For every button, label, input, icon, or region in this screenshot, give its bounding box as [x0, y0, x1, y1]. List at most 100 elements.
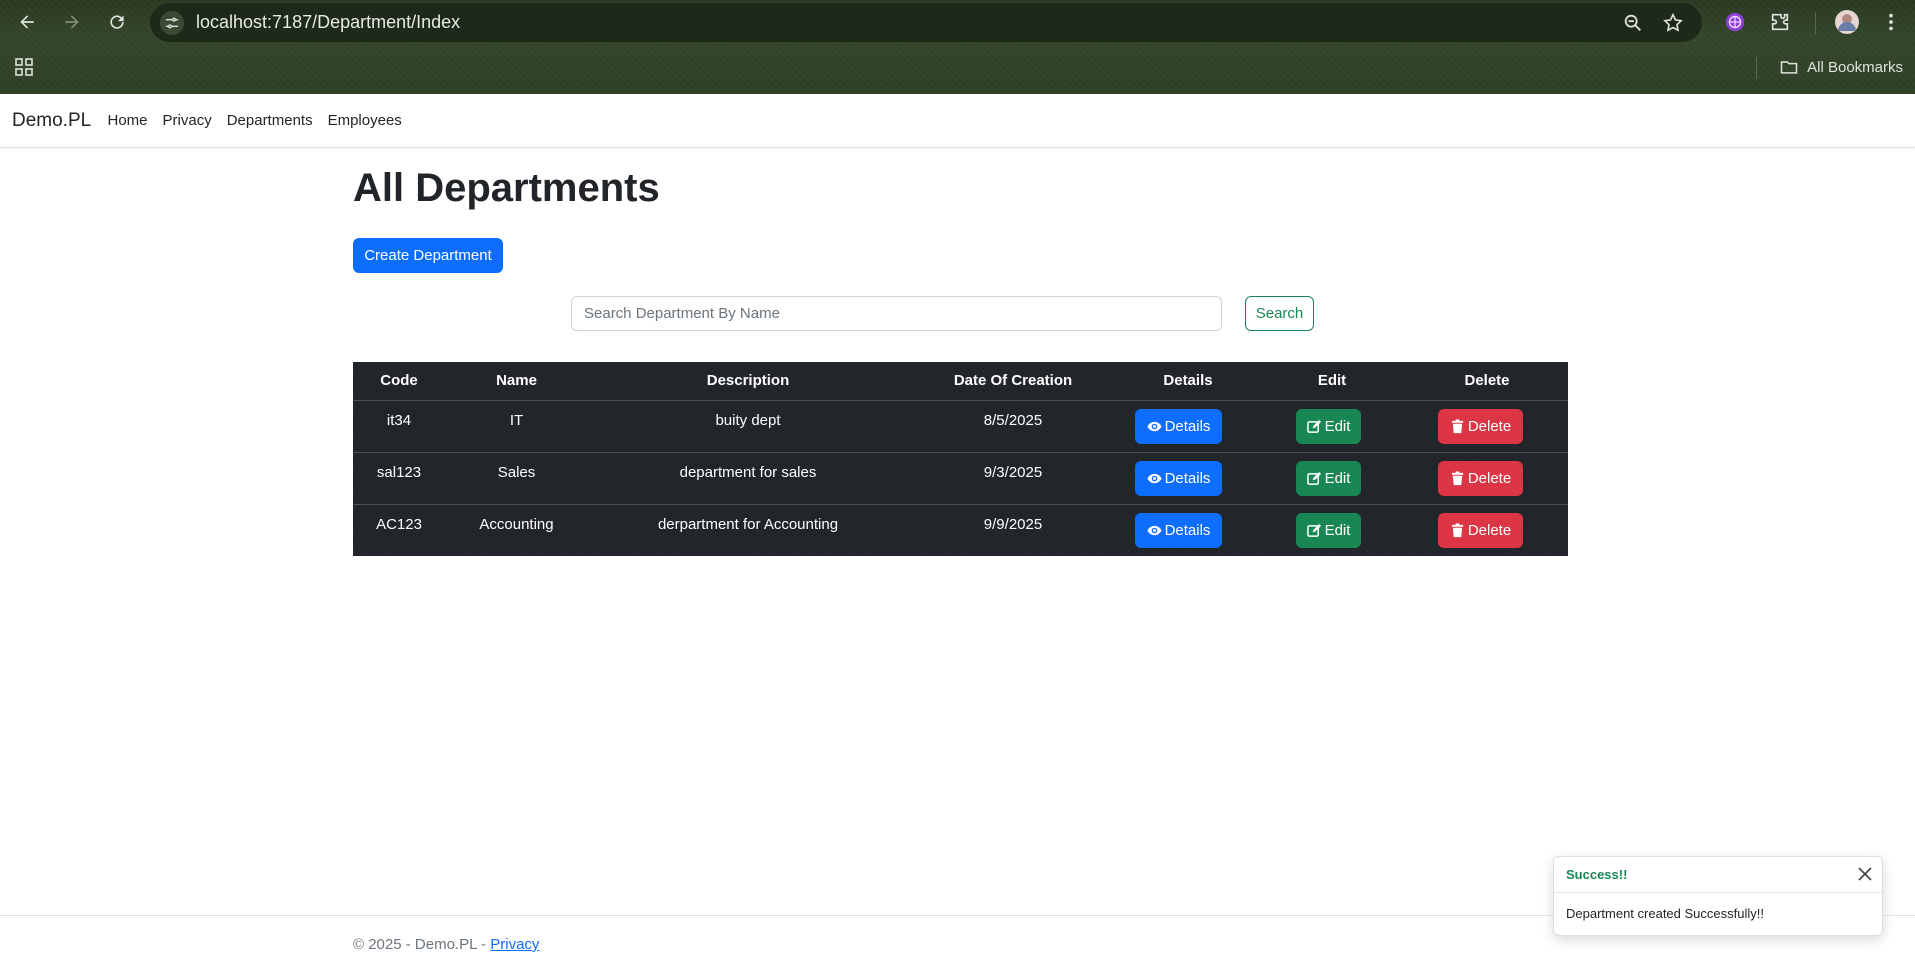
cell-details: Details: [1118, 453, 1258, 504]
cell-date: 9/3/2025: [983, 464, 1043, 481]
table-row: sal123 Sales department for sales 9/3/20…: [353, 453, 1568, 505]
site-info-icon[interactable]: [160, 11, 184, 35]
header-date: Date Of Creation: [953, 372, 1073, 389]
cell-edit: Edit: [1258, 505, 1406, 556]
header-delete: Delete: [1464, 372, 1510, 389]
pencil-square-icon: [1306, 471, 1321, 485]
details-label: Details: [1164, 470, 1211, 487]
extension-globe-icon[interactable]: [1722, 9, 1748, 35]
search-input[interactable]: [571, 296, 1222, 331]
edit-label: Edit: [1324, 470, 1351, 487]
brand-link[interactable]: Demo.PL: [12, 94, 91, 147]
cell-code: AC123: [376, 516, 422, 533]
nav-privacy[interactable]: Privacy: [155, 94, 219, 147]
pencil-square-icon: [1306, 419, 1321, 433]
delete-label: Delete: [1467, 470, 1512, 487]
toolbar-divider: [1815, 12, 1816, 34]
eye-icon: [1147, 525, 1162, 536]
toast-header: Success!!: [1554, 857, 1882, 893]
details-button[interactable]: Details: [1135, 513, 1222, 548]
footer-privacy-link[interactable]: Privacy: [490, 936, 539, 953]
close-icon[interactable]: [1856, 865, 1874, 883]
cell-edit: Edit: [1258, 401, 1406, 452]
all-bookmarks-label: All Bookmarks: [1807, 58, 1903, 76]
edit-button[interactable]: Edit: [1296, 461, 1361, 496]
extensions-puzzle-icon[interactable]: [1767, 9, 1793, 35]
browser-toolbar: localhost:7187/Department/Index All Book…: [0, 0, 1915, 94]
cell-description: department for sales: [679, 464, 817, 481]
cell-details: Details: [1118, 505, 1258, 556]
edit-label: Edit: [1324, 522, 1351, 539]
cell-date: 9/9/2025: [983, 516, 1043, 533]
page-title: All Departments: [353, 166, 660, 210]
details-label: Details: [1164, 522, 1211, 539]
cell-description: buity dept: [715, 412, 781, 429]
back-button[interactable]: [11, 6, 43, 38]
menu-kebab-icon[interactable]: [1878, 9, 1904, 35]
cell-code: sal123: [376, 464, 422, 481]
copyright-text: © 2025 - Demo.PL -: [353, 936, 491, 953]
cell-details: Details: [1118, 401, 1258, 452]
table-header: Code Name Description Date Of Creation D…: [353, 362, 1568, 401]
eye-icon: [1147, 421, 1162, 432]
reload-icon: [110, 15, 124, 29]
address-bar[interactable]: localhost:7187/Department/Index: [150, 3, 1702, 42]
success-toast: Success!! Department created Successfull…: [1553, 856, 1883, 936]
header-description: Description: [706, 372, 790, 389]
all-bookmarks-button[interactable]: All Bookmarks: [1779, 56, 1903, 78]
profile-avatar[interactable]: [1834, 9, 1860, 35]
nav-departments[interactable]: Departments: [219, 94, 320, 147]
reload-button[interactable]: [101, 6, 133, 38]
delete-label: Delete: [1467, 418, 1512, 435]
footer-text: © 2025 - Demo.PL - Privacy: [353, 936, 539, 953]
trash-icon: [1451, 471, 1463, 486]
trash-icon: [1451, 419, 1463, 434]
details-button[interactable]: Details: [1135, 409, 1222, 444]
site-navbar: Demo.PL Home Privacy Departments Employe…: [0, 94, 1915, 148]
nav-employees[interactable]: Employees: [320, 94, 409, 147]
table-row: it34 IT buity dept 8/5/2025 Details Edit…: [353, 401, 1568, 453]
toast-title: Success!!: [1566, 867, 1628, 882]
cell-description: derpartment for Accounting: [657, 516, 839, 533]
delete-button[interactable]: Delete: [1438, 513, 1523, 548]
departments-table: Code Name Description Date Of Creation D…: [353, 362, 1568, 556]
cell-delete: Delete: [1406, 453, 1568, 504]
header-name: Name: [496, 372, 537, 389]
eye-icon: [1147, 473, 1162, 484]
cell-delete: Delete: [1406, 505, 1568, 556]
cell-delete: Delete: [1406, 401, 1568, 452]
create-department-button[interactable]: Create Department: [353, 238, 503, 273]
edit-button[interactable]: Edit: [1296, 513, 1361, 548]
zoom-icon[interactable]: [1622, 12, 1644, 34]
folder-icon: [1780, 61, 1798, 74]
url-text[interactable]: localhost:7187/Department/Index: [196, 3, 460, 42]
delete-button[interactable]: Delete: [1438, 461, 1523, 496]
cell-code: it34: [386, 412, 412, 429]
delete-label: Delete: [1467, 522, 1512, 539]
forward-button[interactable]: [56, 6, 88, 38]
header-details: Details: [1163, 372, 1213, 389]
pencil-square-icon: [1306, 523, 1321, 537]
details-button[interactable]: Details: [1135, 461, 1222, 496]
toast-message: Department created Successfully!!: [1566, 906, 1764, 921]
table-row: AC123 Accounting derpartment for Account…: [353, 505, 1568, 556]
cell-name: Sales: [497, 464, 536, 481]
search-button[interactable]: Search: [1245, 296, 1314, 331]
edit-button[interactable]: Edit: [1296, 409, 1361, 444]
cell-name: Accounting: [479, 516, 554, 533]
header-code: Code: [380, 372, 418, 389]
bookmarks-divider: [1756, 57, 1757, 79]
details-label: Details: [1164, 418, 1211, 435]
cell-edit: Edit: [1258, 453, 1406, 504]
nav-home[interactable]: Home: [100, 94, 155, 147]
header-edit: Edit: [1317, 372, 1347, 389]
arrow-right-icon: [65, 15, 79, 29]
edit-label: Edit: [1324, 418, 1351, 435]
trash-icon: [1451, 523, 1463, 538]
apps-grid-icon[interactable]: [14, 57, 34, 77]
star-icon[interactable]: [1662, 12, 1684, 34]
cell-name: IT: [509, 412, 524, 429]
arrow-left-icon: [20, 15, 34, 29]
nav-links: Home Privacy Departments Employees: [100, 94, 409, 147]
delete-button[interactable]: Delete: [1438, 409, 1523, 444]
